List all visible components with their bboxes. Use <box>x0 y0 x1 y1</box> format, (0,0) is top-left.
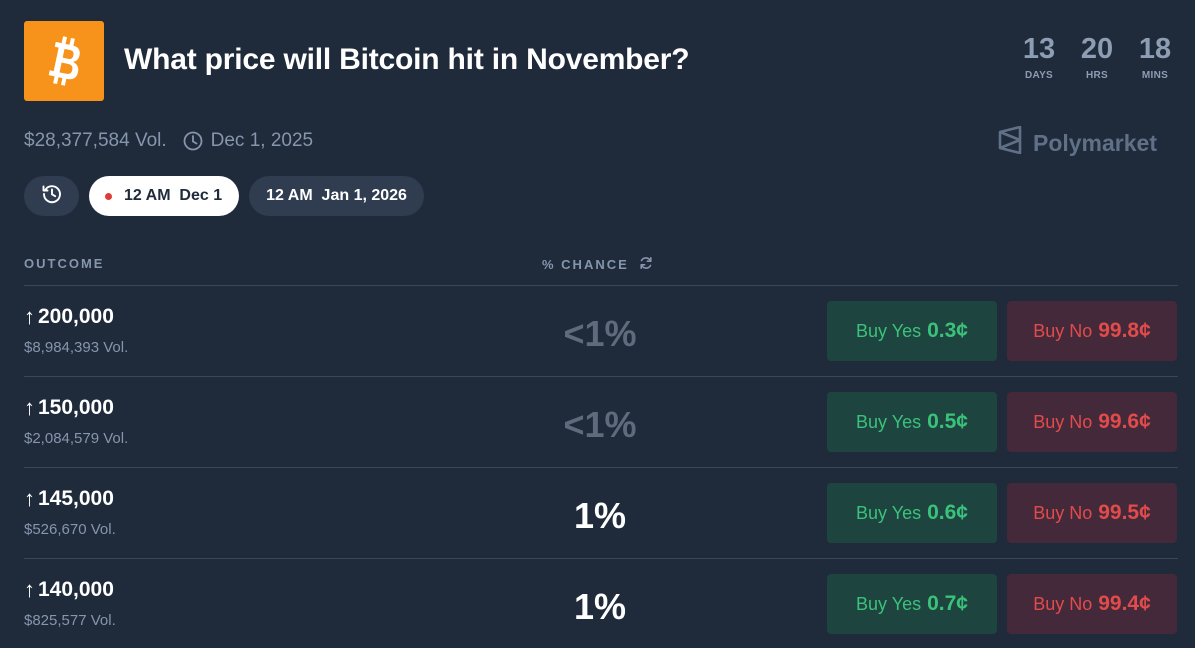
bitcoin-logo <box>24 21 104 101</box>
table-row[interactable]: ↑ 150,000 $2,084,579 Vol. <1% Buy Yes 0.5¢… <box>24 377 1178 468</box>
outcome-column-header: OUTCOME <box>24 256 105 271</box>
countdown-timer: 13 DAYS 20 HRS 18 MINS <box>1020 33 1174 81</box>
end-date: Dec 1, 2025 <box>210 130 314 151</box>
outcome-name: ↑ 140,000 <box>24 577 114 603</box>
buy-no-button[interactable]: Buy No 99.4¢ <box>1007 574 1177 634</box>
chance-column-label: % CHANCE <box>542 257 629 272</box>
buy-yes-button[interactable]: Buy Yes 0.7¢ <box>827 574 997 634</box>
outcome-label: 145,000 <box>38 487 114 510</box>
outcome-chance: <1% <box>563 313 637 354</box>
arrow-up-icon: ↑ <box>24 395 35 420</box>
market-header: What price will Bitcoin hit in November?… <box>24 21 1174 101</box>
date-pill-jan-1[interactable]: 12 AM Jan 1, 2026 <box>249 176 424 216</box>
chance-column-header: % CHANCE <box>542 256 653 273</box>
table-row[interactable]: ↑ 140,000 $825,577 Vol. 1% Buy Yes 0.7¢ Bu… <box>24 559 1178 648</box>
outcome-chance: 1% <box>573 586 627 627</box>
buy-no-price: 99.5¢ <box>1098 501 1151 524</box>
refresh-icon[interactable] <box>639 256 653 273</box>
arrow-up-icon: ↑ <box>24 486 35 511</box>
countdown-mins-value: 18 <box>1138 33 1172 65</box>
outcome-label: 150,000 <box>38 396 114 419</box>
buy-yes-label: Buy Yes <box>856 411 922 432</box>
outcomes-table-header: OUTCOME % CHANCE <box>24 256 1178 286</box>
buy-no-label: Buy No <box>1033 502 1093 523</box>
table-row[interactable]: ↑ 145,000 $526,670 Vol. 1% Buy Yes 0.6¢ Bu… <box>24 468 1178 559</box>
date-pill-date: Jan 1, 2026 <box>321 187 407 204</box>
buy-yes-price: 0.5¢ <box>927 410 968 433</box>
date-pill-date: Dec 1 <box>179 187 223 204</box>
buy-no-label: Buy No <box>1033 411 1093 432</box>
date-pill-time: 12 AM <box>124 187 171 204</box>
outcome-label: 140,000 <box>38 578 114 601</box>
buy-yes-button[interactable]: Buy Yes 0.3¢ <box>827 301 997 361</box>
outcome-chance: 1% <box>573 495 627 536</box>
buy-yes-label: Buy Yes <box>856 502 922 523</box>
history-icon <box>41 183 63 210</box>
countdown-mins: 18 MINS <box>1136 33 1174 81</box>
table-row[interactable]: ↑ 200,000 $8,984,393 Vol. <1% Buy Yes 0.3¢… <box>24 286 1178 377</box>
outcome-volume: $825,577 Vol. <box>24 612 116 629</box>
countdown-days: 13 DAYS <box>1020 33 1058 81</box>
countdown-days-label: DAYS <box>1024 70 1054 81</box>
buy-no-button[interactable]: Buy No 99.6¢ <box>1007 392 1177 452</box>
buy-yes-price: 0.3¢ <box>927 319 968 342</box>
outcome-volume: $526,670 Vol. <box>24 521 116 538</box>
countdown-hours: 20 HRS <box>1078 33 1116 81</box>
buy-yes-button[interactable]: Buy Yes 0.5¢ <box>827 392 997 452</box>
buy-no-label: Buy No <box>1033 320 1093 341</box>
outcome-volume: $2,084,579 Vol. <box>24 430 129 447</box>
history-button[interactable] <box>24 176 79 216</box>
countdown-hours-label: HRS <box>1085 70 1108 81</box>
countdown-days-value: 13 <box>1022 33 1056 65</box>
buy-no-button[interactable]: Buy No 99.5¢ <box>1007 483 1177 543</box>
page-title: What price will Bitcoin hit in November? <box>124 43 690 76</box>
outcome-name: ↑ 145,000 <box>24 486 114 512</box>
outcome-name: ↑ 200,000 <box>24 304 114 330</box>
buy-yes-button[interactable]: Buy Yes 0.6¢ <box>827 483 997 543</box>
polymarket-brand[interactable]: Polymarket <box>997 125 1157 160</box>
date-pill-time: 12 AM <box>266 187 313 204</box>
clock-icon <box>183 131 203 151</box>
live-dot-icon <box>105 192 112 200</box>
total-volume: $28,377,584 Vol. <box>24 130 167 151</box>
market-meta: $28,377,584 Vol. Dec 1, 2025 <box>24 130 313 152</box>
date-pill-dec-1[interactable]: 12 AM Dec 1 <box>89 176 240 216</box>
buy-yes-price: 0.6¢ <box>927 501 968 524</box>
arrow-up-icon: ↑ <box>24 577 35 602</box>
countdown-hours-value: 20 <box>1080 33 1114 65</box>
countdown-mins-label: MINS <box>1141 70 1169 81</box>
buy-yes-label: Buy Yes <box>856 593 922 614</box>
polymarket-name: Polymarket <box>1032 129 1157 156</box>
buy-no-price: 99.4¢ <box>1098 592 1151 615</box>
bitcoin-b-icon <box>48 36 80 86</box>
outcome-volume: $8,984,393 Vol. <box>24 339 129 356</box>
buy-no-label: Buy No <box>1033 593 1093 614</box>
outcome-name: ↑ 150,000 <box>24 395 114 421</box>
buy-yes-label: Buy Yes <box>856 320 922 341</box>
buy-no-button[interactable]: Buy No 99.8¢ <box>1007 301 1177 361</box>
polymarket-logo-icon <box>997 125 1023 160</box>
buy-no-price: 99.8¢ <box>1098 319 1151 342</box>
outcome-label: 200,000 <box>38 305 114 328</box>
buy-no-price: 99.6¢ <box>1098 410 1151 433</box>
arrow-up-icon: ↑ <box>24 304 35 329</box>
buy-yes-price: 0.7¢ <box>927 592 968 615</box>
outcome-chance: <1% <box>563 404 637 445</box>
date-filters: 12 AM Dec 1 12 AM Jan 1, 2026 <box>24 176 424 216</box>
